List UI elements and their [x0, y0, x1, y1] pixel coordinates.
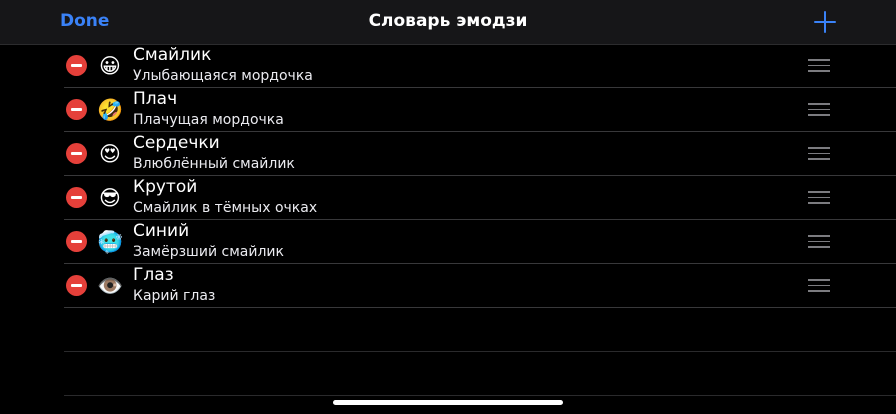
- empty-row: [64, 308, 896, 352]
- emoji-icon: 😀: [99, 54, 121, 78]
- emoji-icon: 🤣: [97, 98, 124, 122]
- reorder-handle-icon[interactable]: [808, 147, 830, 160]
- list-item[interactable]: 😍 Сердечки Влюблённый смайлик: [64, 132, 896, 176]
- item-title: Синий: [133, 221, 190, 241]
- reorder-handle-icon[interactable]: [808, 279, 830, 292]
- emoji-icon: 👁️: [97, 274, 124, 298]
- item-title: Глаз: [133, 265, 174, 285]
- screen: Done Словарь эмодзи 😀 Смайлик Улыбающаяс…: [0, 0, 896, 414]
- item-subtitle: Смайлик в тёмных очках: [133, 200, 318, 216]
- list-item[interactable]: 🤣 Плач Плачущая мордочка: [64, 88, 896, 132]
- delete-button[interactable]: [66, 275, 87, 296]
- delete-button[interactable]: [66, 231, 87, 252]
- item-subtitle: Замёрзший смайлик: [133, 244, 284, 260]
- delete-button[interactable]: [66, 187, 87, 208]
- item-title: Крутой: [133, 177, 198, 197]
- reorder-handle-icon[interactable]: [808, 235, 830, 248]
- reorder-handle-icon[interactable]: [808, 191, 830, 204]
- home-indicator[interactable]: [333, 400, 563, 405]
- add-button[interactable]: [812, 9, 838, 35]
- item-subtitle: Карий глаз: [133, 288, 216, 304]
- navigation-bar: Done Словарь эмодзи: [0, 0, 896, 45]
- plus-icon: [814, 11, 836, 33]
- emoji-icon: 🥶: [97, 230, 124, 254]
- emoji-icon: 😍: [99, 142, 121, 166]
- list-item[interactable]: 😀 Смайлик Улыбающаяся мордочка: [64, 44, 896, 88]
- page-title: Словарь эмодзи: [368, 11, 528, 31]
- item-subtitle: Плачущая мордочка: [133, 112, 284, 128]
- list-item[interactable]: 👁️ Глаз Карий глаз: [64, 264, 896, 308]
- reorder-handle-icon[interactable]: [808, 103, 830, 116]
- empty-row: [64, 352, 896, 396]
- delete-button[interactable]: [66, 99, 87, 120]
- reorder-handle-icon[interactable]: [808, 59, 830, 72]
- item-title: Плач: [133, 89, 178, 109]
- item-subtitle: Влюблённый смайлик: [133, 156, 295, 172]
- emoji-icon: 😎: [99, 186, 121, 210]
- item-subtitle: Улыбающаяся мордочка: [133, 68, 313, 84]
- delete-button[interactable]: [66, 55, 87, 76]
- item-title: Смайлик: [133, 45, 212, 65]
- delete-button[interactable]: [66, 143, 87, 164]
- list-item[interactable]: 🥶 Синий Замёрзший смайлик: [64, 220, 896, 264]
- emoji-list: 😀 Смайлик Улыбающаяся мордочка 🤣 Плач Пл…: [64, 44, 896, 396]
- item-title: Сердечки: [133, 133, 220, 153]
- list-item[interactable]: 😎 Крутой Смайлик в тёмных очках: [64, 176, 896, 220]
